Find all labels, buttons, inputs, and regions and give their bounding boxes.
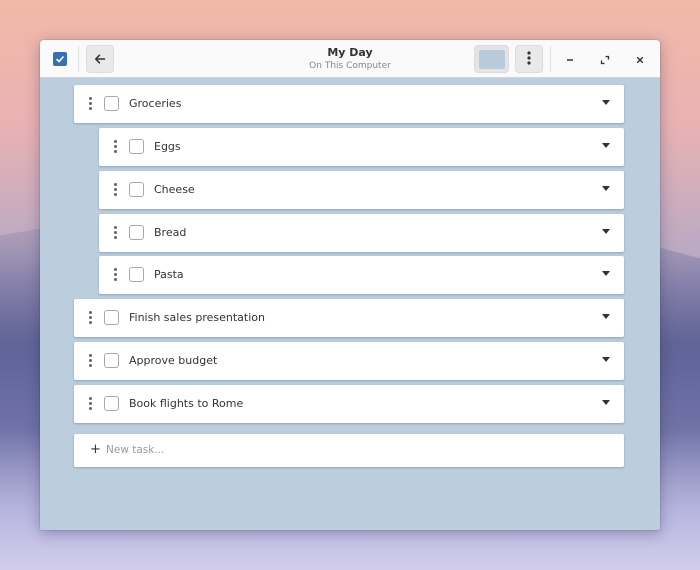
minimize-button[interactable] [560,49,580,69]
task-label: Approve budget [129,354,218,367]
subtask-row[interactable]: Cheese [99,171,624,209]
drag-handle-icon[interactable] [88,97,94,111]
task-checkbox[interactable] [129,225,144,240]
task-label: Bread [154,226,187,239]
maximize-icon [600,50,610,69]
task-checkbox[interactable] [104,310,119,325]
window-title: My Day [327,46,373,59]
task-checkbox[interactable] [104,96,119,111]
maximize-button[interactable] [595,49,615,69]
color-swatch-icon [478,49,505,69]
window-subtitle: On This Computer [309,61,391,71]
chevron-down-icon[interactable] [602,400,610,405]
menu-button[interactable] [515,45,543,73]
color-button[interactable] [474,45,509,73]
task-checkbox[interactable] [129,182,144,197]
chevron-down-icon[interactable] [602,100,610,105]
task-label: Groceries [129,97,182,110]
drag-handle-icon[interactable] [88,397,94,411]
task-label: Cheese [154,183,195,196]
header-separator [78,46,79,72]
app-window: My Day On This Computer Groceries Eggs C… [40,40,660,530]
task-label: Book flights to Rome [129,397,244,410]
chevron-down-icon[interactable] [602,314,610,319]
task-row[interactable]: Book flights to Rome [74,385,624,423]
title-area: My Day On This Computer [240,45,460,72]
task-label: Eggs [154,140,181,153]
task-checkbox[interactable] [104,396,119,411]
close-icon [635,50,645,69]
task-label: Pasta [154,268,184,281]
task-checkbox[interactable] [129,267,144,282]
task-row[interactable]: Approve budget [74,342,624,380]
minimize-icon [565,50,575,69]
chevron-down-icon[interactable] [602,186,610,191]
new-task-entry[interactable]: + New task... [74,434,624,467]
close-button[interactable] [630,49,650,69]
task-label: Finish sales presentation [129,311,265,324]
task-checkbox[interactable] [129,139,144,154]
task-row[interactable]: Groceries [74,85,624,123]
subtask-row[interactable]: Pasta [99,256,624,294]
vertical-dots-icon [527,50,531,69]
subtask-row[interactable]: Bread [99,214,624,252]
drag-handle-icon[interactable] [113,268,119,282]
checkbox-icon [53,52,67,66]
subtask-row[interactable]: Eggs [99,128,624,166]
header-bar: My Day On This Computer [40,40,660,78]
back-button[interactable] [86,45,114,73]
drag-handle-icon[interactable] [113,183,119,197]
chevron-down-icon[interactable] [602,143,610,148]
drag-handle-icon[interactable] [113,140,119,154]
chevron-down-icon[interactable] [602,271,610,276]
chevron-down-icon[interactable] [602,357,610,362]
drag-handle-icon[interactable] [88,311,94,325]
task-checkbox[interactable] [104,353,119,368]
task-row[interactable]: Finish sales presentation [74,299,624,337]
header-separator [550,46,551,72]
chevron-down-icon[interactable] [602,229,610,234]
new-task-placeholder[interactable]: New task... [106,443,164,458]
drag-handle-icon[interactable] [88,354,94,368]
plus-icon: + [90,442,101,457]
drag-handle-icon[interactable] [113,226,119,240]
arrow-left-icon [94,50,106,69]
